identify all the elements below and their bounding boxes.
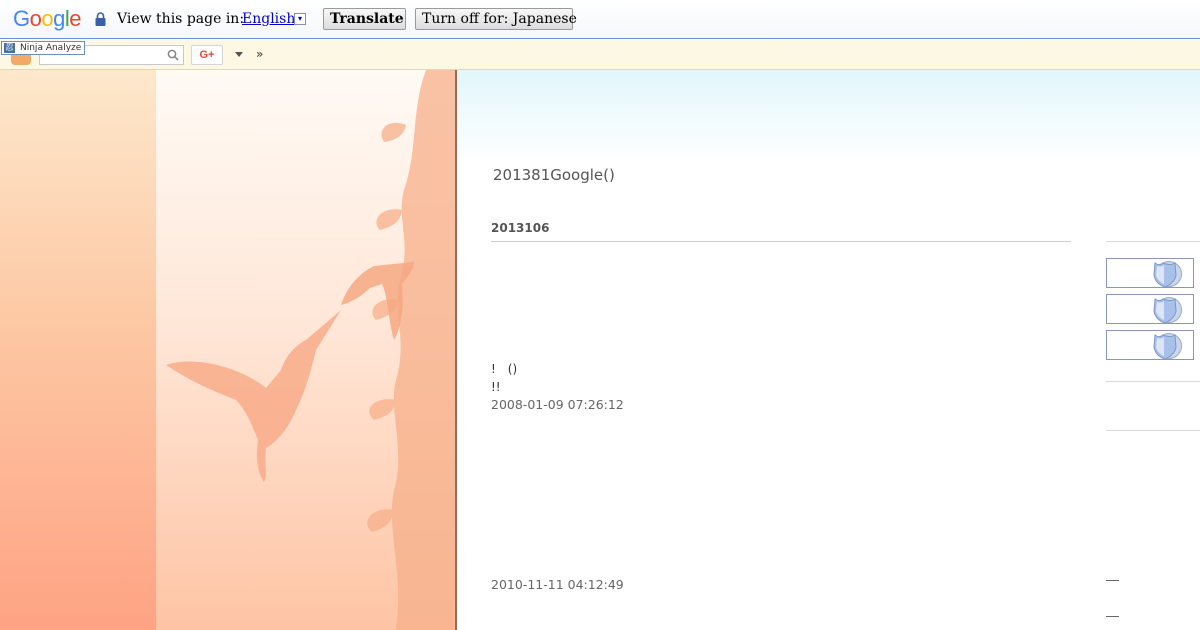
hummingbird-artwork [156, 70, 457, 630]
sidebar-divider [1106, 430, 1200, 431]
shield-icon [1153, 333, 1182, 360]
shield-icon [1153, 297, 1182, 324]
sidebar-dash [1106, 580, 1119, 581]
shield-icon [1153, 261, 1182, 288]
google-logo: Google [13, 6, 82, 31]
dropdown-arrow-icon[interactable] [235, 52, 243, 57]
more-button[interactable]: » [256, 45, 263, 63]
entry-text-line: ! () [491, 362, 518, 376]
turn-off-button[interactable]: Turn off for: Japanese [415, 8, 577, 30]
ninja-analyze-tooltip[interactable]: 忍 Ninja Analyze [1, 41, 86, 55]
hummingbird-illustration [166, 70, 457, 630]
date-divider [491, 241, 1071, 242]
translate-button[interactable]: Translate [323, 8, 406, 30]
blog-toolbar: 忍 Ninja Analyze G+ » [0, 40, 1200, 70]
sidebar-badge[interactable] [1106, 330, 1194, 360]
language-dropdown-icon[interactable]: ▾ [294, 13, 306, 25]
entry-text-line: !! [491, 380, 501, 394]
sidebar-divider [1106, 241, 1200, 242]
language-link[interactable]: English [242, 10, 295, 28]
sidebar-badge[interactable] [1106, 258, 1194, 288]
entry-timestamp: 2010-11-11 04:12:49 [491, 577, 624, 592]
sidebar-badge[interactable] [1106, 294, 1194, 324]
left-color-strip [0, 70, 156, 630]
lock-icon [95, 12, 106, 26]
sidebar-divider [1106, 381, 1200, 382]
ninja-icon: 忍 [4, 43, 15, 53]
search-icon[interactable] [167, 49, 179, 61]
blog-title[interactable]: 201381Google() [493, 165, 615, 185]
translate-bar: Google View this page in: English ▾ Tran… [0, 0, 1200, 39]
sidebar-dash [1106, 616, 1119, 617]
left-decoration [0, 70, 457, 630]
translate-prompt: View this page in: [117, 11, 245, 27]
date-heading: 2013106 [491, 221, 550, 235]
entry-timestamp: 2008-01-09 07:26:12 [491, 397, 624, 412]
gplus-button[interactable]: G+ [191, 45, 223, 65]
main-content: 201381Google() 2013106 ! () !! 2008-01-0… [457, 70, 1200, 630]
ninja-analyze-label: Ninja Analyze [20, 43, 82, 53]
